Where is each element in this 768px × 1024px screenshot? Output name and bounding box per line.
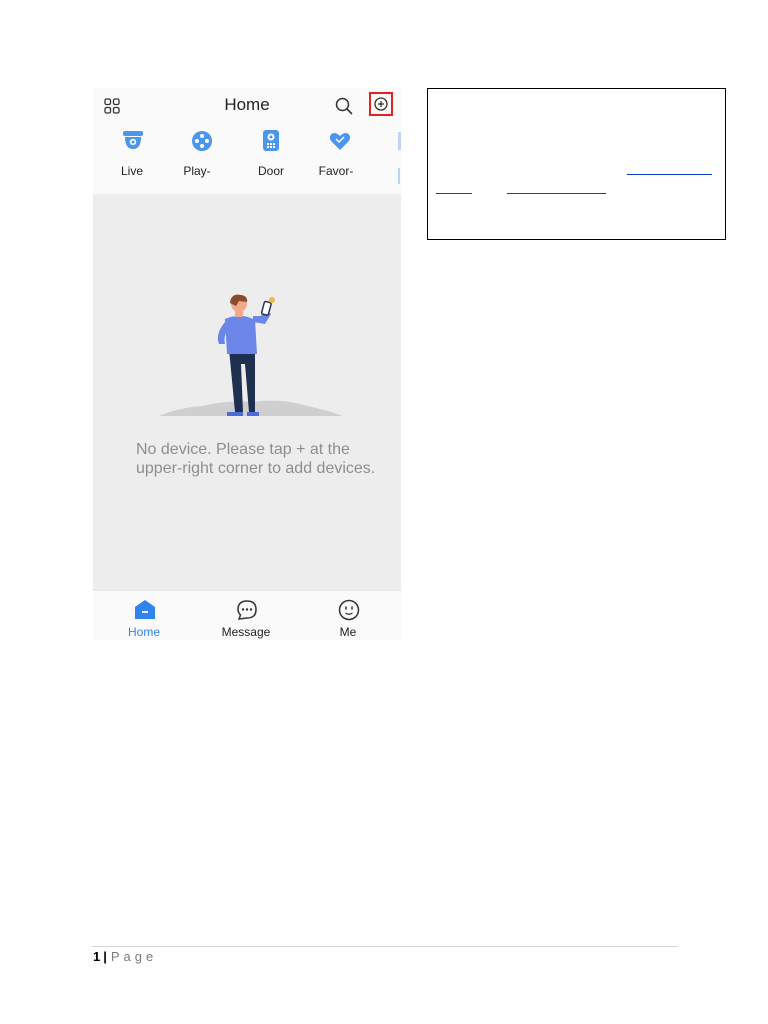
empty-state-illustration <box>159 294 343 416</box>
tab-home[interactable]: Home <box>93 591 195 640</box>
page-number: 1 <box>93 949 101 964</box>
top-bar: Home <box>93 88 401 124</box>
bottom-tab-bar: Home Message Me <box>93 590 401 640</box>
message-icon <box>237 600 257 620</box>
me-icon <box>338 599 360 621</box>
playback-icon <box>192 131 212 151</box>
device-list-area: No device. Please tap + at the upper-rig… <box>93 194 401 590</box>
tab-label: Me <box>339 625 357 639</box>
shortcut-playback[interactable]: Play- <box>166 124 236 192</box>
footer-divider <box>92 946 678 947</box>
shortcut-bar: Live Play- Door Favor- <box>93 124 401 192</box>
plus-circle-icon <box>374 97 388 111</box>
grid-menu-icon[interactable] <box>104 98 120 114</box>
annotation-box <box>427 88 726 240</box>
hyperlink-underline[interactable] <box>436 193 472 194</box>
app-screenshot: Home Live Play- Door Favor- No device. P… <box>93 88 401 640</box>
footer-separator: | <box>103 949 107 964</box>
tab-label: Home <box>127 625 160 639</box>
hyperlink-underline[interactable] <box>507 193 606 194</box>
page-word: Page <box>110 949 158 964</box>
shortcut-overflow-indicator <box>398 168 400 184</box>
door-intercom-icon <box>263 130 279 151</box>
shortcut-label: Play- <box>183 164 211 178</box>
shortcut-live[interactable]: Live <box>97 124 167 192</box>
shortcut-favorites[interactable]: Favor- <box>304 124 374 192</box>
shortcut-label: Favor- <box>318 164 354 178</box>
tab-me[interactable]: Me <box>297 591 399 640</box>
shortcut-overflow-indicator <box>398 132 401 150</box>
hyperlink-underline[interactable] <box>627 174 712 175</box>
tab-message[interactable]: Message <box>195 591 297 640</box>
home-icon <box>135 600 155 619</box>
empty-state-message: No device. Please tap + at the upper-rig… <box>136 441 376 477</box>
page-title: Home <box>224 95 270 114</box>
shortcut-door[interactable]: Door <box>235 124 305 192</box>
page-footer: 1 | Page <box>93 949 157 964</box>
add-device-button[interactable] <box>369 92 393 116</box>
tab-label: Message <box>221 625 271 639</box>
camera-icon <box>123 131 143 149</box>
heart-icon <box>329 133 351 150</box>
search-icon[interactable] <box>335 97 353 115</box>
